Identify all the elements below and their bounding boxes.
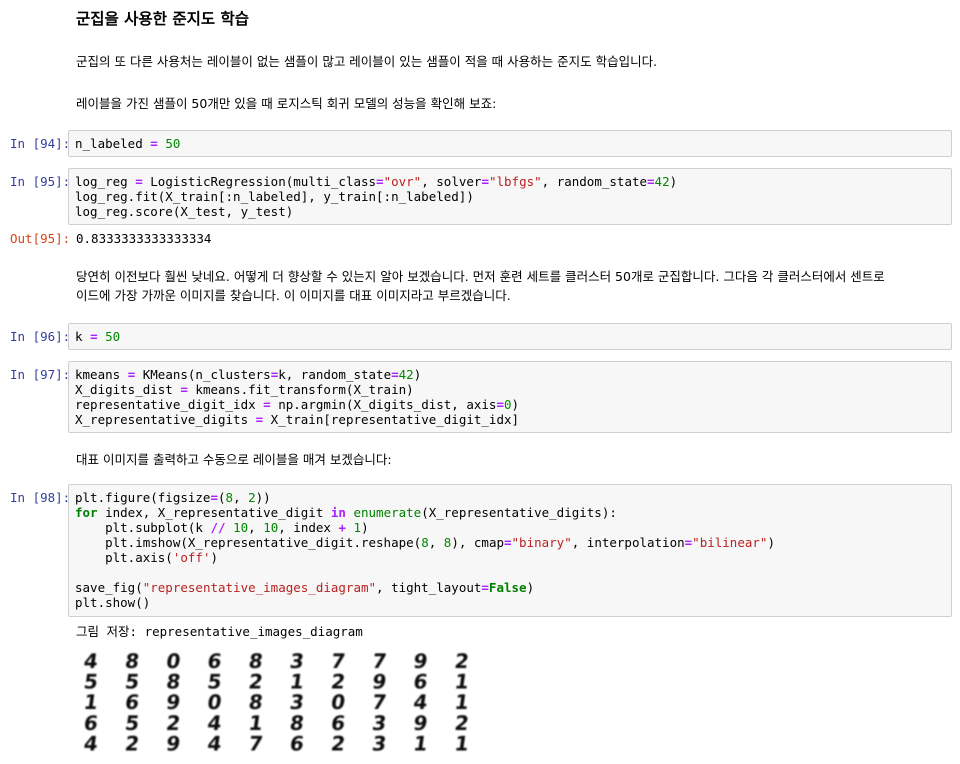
markdown-paragraph-3b: 이드에 가장 가까운 이미지를 찾습니다. 이 이미지를 대표 이미지라고 부르… bbox=[76, 288, 511, 303]
code-cell-96[interactable]: k = 50 bbox=[68, 323, 952, 350]
code-cell-98[interactable]: plt.figure(figsize=(8, 2)) for index, X_… bbox=[68, 484, 952, 617]
representative-digits-figure: 4 8 0 6 8 3 7 7 9 25 5 8 5 2 1 2 9 6 11 6 9 0 8 3 0 7 4 16 5 2 4 1 8 6 3 9 2… bbox=[82, 652, 470, 755]
markdown-paragraph-4: 대표 이미지를 출력하고 수동으로 레이블을 매겨 보겠습니다: bbox=[76, 452, 392, 467]
digit-image: 2 bbox=[330, 731, 347, 755]
code-text[interactable]: log_reg = LogisticRegression(multi_class… bbox=[69, 169, 951, 224]
code-text[interactable]: plt.figure(figsize=(8, 2)) for index, X_… bbox=[69, 485, 951, 615]
output-prompt-95: Out[95]: bbox=[10, 231, 71, 246]
output-value: 0.8333333333333334 bbox=[76, 231, 212, 246]
digit-image: 7 bbox=[247, 731, 264, 755]
input-prompt-97: In [97]: bbox=[10, 367, 71, 382]
code-text[interactable]: kmeans = KMeans(n_clusters=k, random_sta… bbox=[69, 362, 951, 432]
digit-image: 6 bbox=[288, 731, 305, 755]
digit-image: 3 bbox=[371, 731, 388, 755]
digit-image: 9 bbox=[165, 731, 182, 755]
markdown-paragraph-3a: 당연히 이전보다 훨씬 낮네요. 어떻게 더 향상할 수 있는지 알아 보겠습니… bbox=[76, 269, 885, 284]
code-text[interactable]: k = 50 bbox=[69, 324, 951, 349]
digit-image: 1 bbox=[412, 731, 429, 755]
code-cell-97[interactable]: kmeans = KMeans(n_clusters=k, random_sta… bbox=[68, 361, 952, 433]
markdown-paragraph-2: 레이블을 가진 샘플이 50개만 있을 때 로지스틱 회귀 모델의 성능을 확인… bbox=[76, 96, 497, 111]
input-prompt-94: In [94]: bbox=[10, 136, 71, 151]
digit-image: 4 bbox=[206, 731, 223, 755]
digit-image: 2 bbox=[124, 731, 141, 755]
code-cell-95[interactable]: log_reg = LogisticRegression(multi_class… bbox=[68, 168, 952, 225]
section-heading: 군집을 사용한 준지도 학습 bbox=[76, 10, 250, 28]
stdout-output: 그림 저장: representative_images_diagram bbox=[76, 624, 363, 639]
code-text[interactable]: n_labeled = 50 bbox=[69, 131, 951, 156]
input-prompt-95: In [95]: bbox=[10, 174, 71, 189]
markdown-paragraph-1: 군집의 또 다른 사용처는 레이블이 없는 샘플이 많고 레이블이 있는 샘플이… bbox=[76, 54, 658, 69]
input-prompt-98: In [98]: bbox=[10, 490, 71, 505]
digit-image: 4 bbox=[82, 731, 99, 755]
code-cell-94[interactable]: n_labeled = 50 bbox=[68, 130, 952, 157]
input-prompt-96: In [96]: bbox=[10, 329, 71, 344]
digit-image: 1 bbox=[453, 731, 470, 755]
